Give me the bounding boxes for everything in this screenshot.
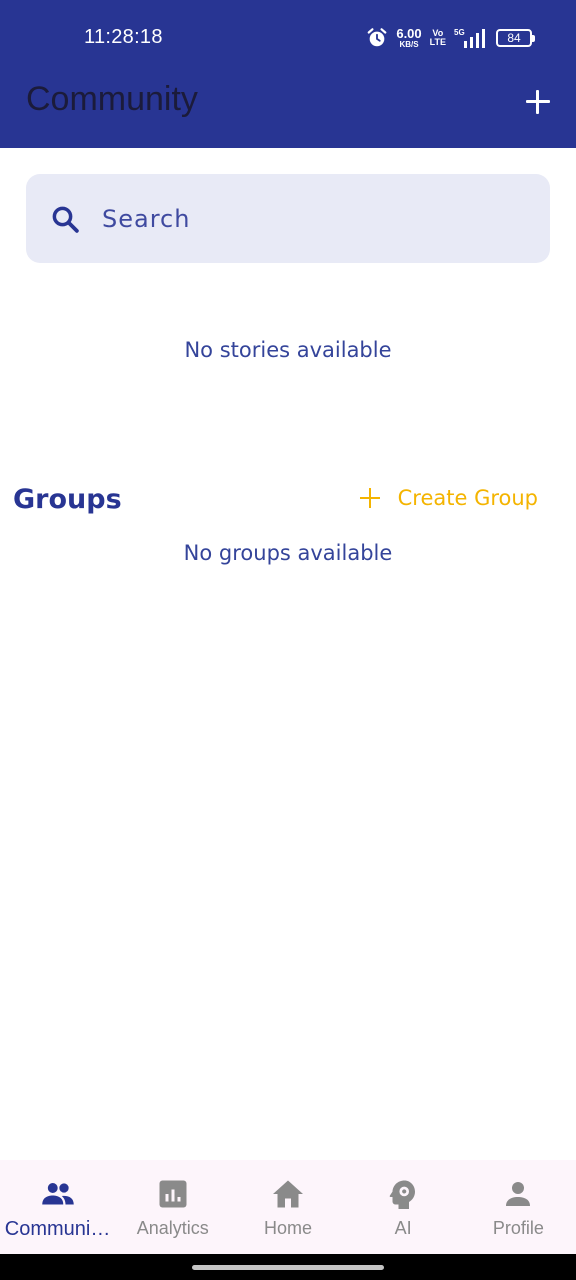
- nav-item-community[interactable]: Communi…: [0, 1160, 115, 1254]
- network-speed-unit: KB/S: [399, 40, 419, 49]
- nav-item-profile[interactable]: Profile: [461, 1160, 576, 1254]
- home-gesture-handle[interactable]: [192, 1265, 384, 1270]
- psychology-icon: [389, 1180, 416, 1209]
- gesture-bar: [0, 1254, 576, 1280]
- groups-heading: Groups: [13, 484, 122, 515]
- create-group-label: Create Group: [397, 486, 538, 510]
- alarm-icon: [367, 28, 387, 47]
- battery-icon: 84: [496, 29, 535, 47]
- network-speed: 6.00 KB/S: [396, 27, 421, 49]
- nav-label-analytics: Analytics: [136, 1218, 209, 1238]
- nav-label-home: Home: [263, 1218, 312, 1238]
- person-icon: [506, 1182, 531, 1206]
- community-screen: 11:28:18 6.00 KB/S Vo LTE 5G 84 Communit…: [0, 0, 576, 1280]
- plus-icon: [359, 488, 380, 508]
- home-icon: [272, 1180, 303, 1208]
- nav-label-ai: AI: [394, 1218, 412, 1238]
- network-speed-value: 6.00: [396, 26, 422, 41]
- network-type: 5G: [454, 28, 465, 37]
- page-title: Community: [26, 80, 198, 118]
- volte-bottom: LTE: [429, 37, 446, 47]
- bottom-navigation: Communi… Analytics Home AI Profile: [0, 1160, 576, 1254]
- add-button[interactable]: [524, 88, 552, 116]
- nav-item-analytics[interactable]: Analytics: [115, 1160, 230, 1254]
- signal-icon: 5G: [454, 28, 485, 48]
- volte-indicator: Vo LTE: [430, 29, 446, 47]
- people-icon: [41, 1183, 74, 1205]
- search-input[interactable]: [102, 198, 522, 240]
- groups-empty-text: No groups available: [183, 541, 393, 565]
- nav-label-profile: Profile: [492, 1218, 544, 1238]
- app-bar: 11:28:18 6.00 KB/S Vo LTE 5G 84 Communit…: [0, 0, 576, 148]
- search-icon: [52, 206, 79, 233]
- nav-item-ai[interactable]: AI: [346, 1160, 461, 1254]
- status-icons: 6.00 KB/S Vo LTE 5G 84: [366, 24, 535, 52]
- status-time: 11:28:18: [84, 26, 163, 48]
- analytics-icon: [159, 1180, 187, 1208]
- stories-empty-text: No stories available: [184, 338, 392, 362]
- battery-level: 84: [507, 31, 521, 45]
- create-group-button[interactable]: Create Group: [359, 486, 538, 510]
- nav-item-home[interactable]: Home: [230, 1160, 345, 1254]
- nav-label-community: Communi…: [4, 1218, 111, 1240]
